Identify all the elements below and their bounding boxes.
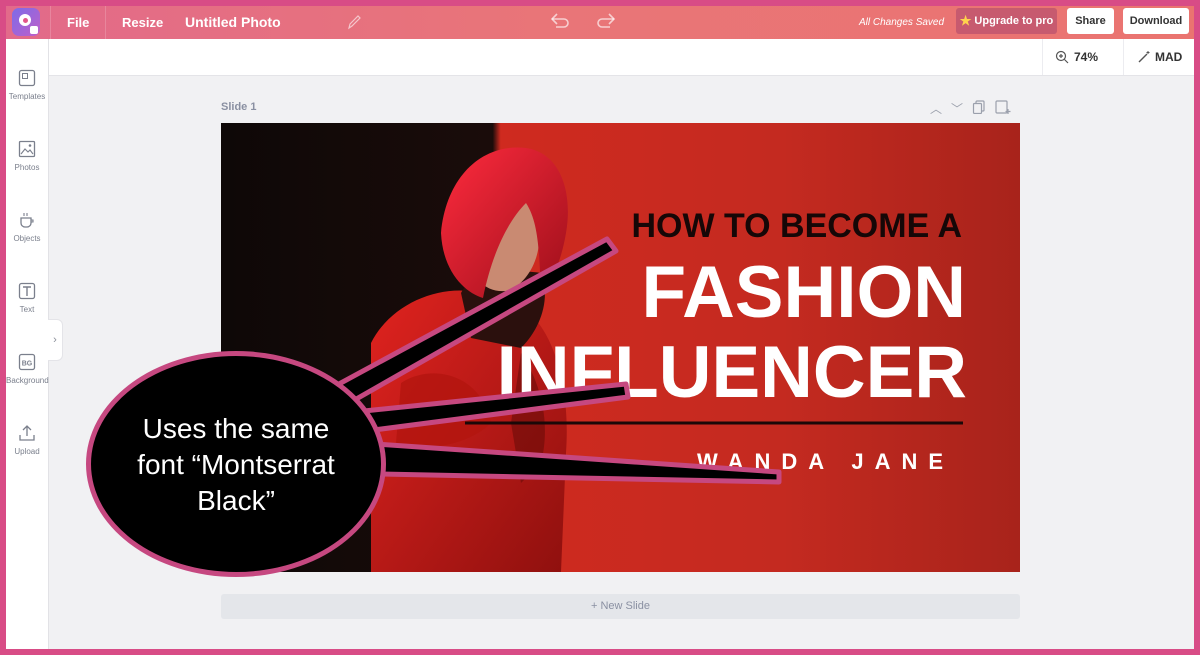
chevron-up-icon[interactable]: ︿ xyxy=(930,100,942,117)
magic-label: MAD xyxy=(1155,50,1183,64)
new-slide-button[interactable]: + New Slide xyxy=(221,594,1020,619)
sidebar-item-templates[interactable]: Templates xyxy=(6,69,48,101)
zoom-in-icon xyxy=(1055,50,1069,64)
upgrade-button[interactable]: ★ Upgrade to pro xyxy=(956,8,1057,34)
callout-line-3: Black” xyxy=(197,485,275,516)
templates-icon xyxy=(18,69,36,87)
share-button[interactable]: Share xyxy=(1067,8,1114,34)
pencil-icon[interactable] xyxy=(346,12,362,32)
sidebar-item-label: Photos xyxy=(14,163,40,172)
add-slide-icon[interactable] xyxy=(995,100,1011,114)
background-icon: BG xyxy=(18,353,36,371)
canvas-toolbar: 74% MAD xyxy=(49,39,1194,76)
sidebar-item-objects[interactable]: Objects xyxy=(6,211,48,243)
sidebar-item-background[interactable]: BG Background xyxy=(6,353,49,385)
slide-controls: ︿ ﹀ xyxy=(930,100,1011,117)
star-icon: ★ xyxy=(959,13,972,28)
heading-fashion[interactable]: FASHION xyxy=(642,252,966,333)
sidebar-item-label: Text xyxy=(19,305,35,314)
photos-icon xyxy=(18,140,36,158)
zoom-control[interactable]: 74% xyxy=(1055,39,1098,75)
sidebar: Templates Photos Objects Text BG Backgro… xyxy=(6,39,49,649)
upgrade-label: Upgrade to pro xyxy=(974,15,1054,27)
magic-button[interactable]: MAD xyxy=(1137,39,1182,75)
sidebar-item-label: Upload xyxy=(14,447,40,456)
callout-line-1: Uses the same xyxy=(142,413,330,444)
chevron-down-icon[interactable]: ﹀ xyxy=(951,100,963,117)
callout-text: Uses the same font “Montserrat Black” xyxy=(96,411,376,519)
sidebar-item-text[interactable]: Text xyxy=(6,282,48,314)
top-bar: File Resize Untitled Photo All Changes S… xyxy=(6,6,1194,39)
slide-label: Slide 1 xyxy=(221,101,257,113)
redo-icon[interactable] xyxy=(594,10,618,32)
magic-wand-icon xyxy=(1138,51,1150,63)
sidebar-item-label: Templates xyxy=(8,92,46,101)
download-button[interactable]: Download xyxy=(1123,8,1189,34)
file-menu[interactable]: File xyxy=(50,6,105,39)
upload-icon xyxy=(19,425,35,441)
app-window: File Resize Untitled Photo All Changes S… xyxy=(6,6,1194,649)
resize-menu[interactable]: Resize xyxy=(105,6,179,39)
svg-text:BG: BG xyxy=(22,361,33,368)
save-status: All Changes Saved xyxy=(859,17,945,28)
sidebar-toggle-chevron-icon[interactable]: › xyxy=(48,319,63,361)
sidebar-item-label: Objects xyxy=(13,234,41,243)
heading-small[interactable]: HOW TO BECOME A xyxy=(631,207,962,245)
app-logo-icon[interactable] xyxy=(12,8,40,36)
sidebar-item-label: Background xyxy=(6,376,49,385)
author-name[interactable]: WANDA JANE xyxy=(697,449,954,475)
objects-icon xyxy=(20,213,34,228)
text-icon xyxy=(18,282,36,300)
heading-influencer[interactable]: INFLUENCER xyxy=(497,332,967,413)
undo-icon[interactable] xyxy=(548,10,572,32)
sidebar-item-photos[interactable]: Photos xyxy=(6,140,48,172)
document-title[interactable]: Untitled Photo xyxy=(185,6,281,39)
sidebar-item-upload[interactable]: Upload xyxy=(6,424,48,456)
duplicate-slide-icon[interactable] xyxy=(972,100,986,114)
callout-line-2: font “Montserrat xyxy=(137,449,335,480)
zoom-level: 74% xyxy=(1074,50,1099,64)
